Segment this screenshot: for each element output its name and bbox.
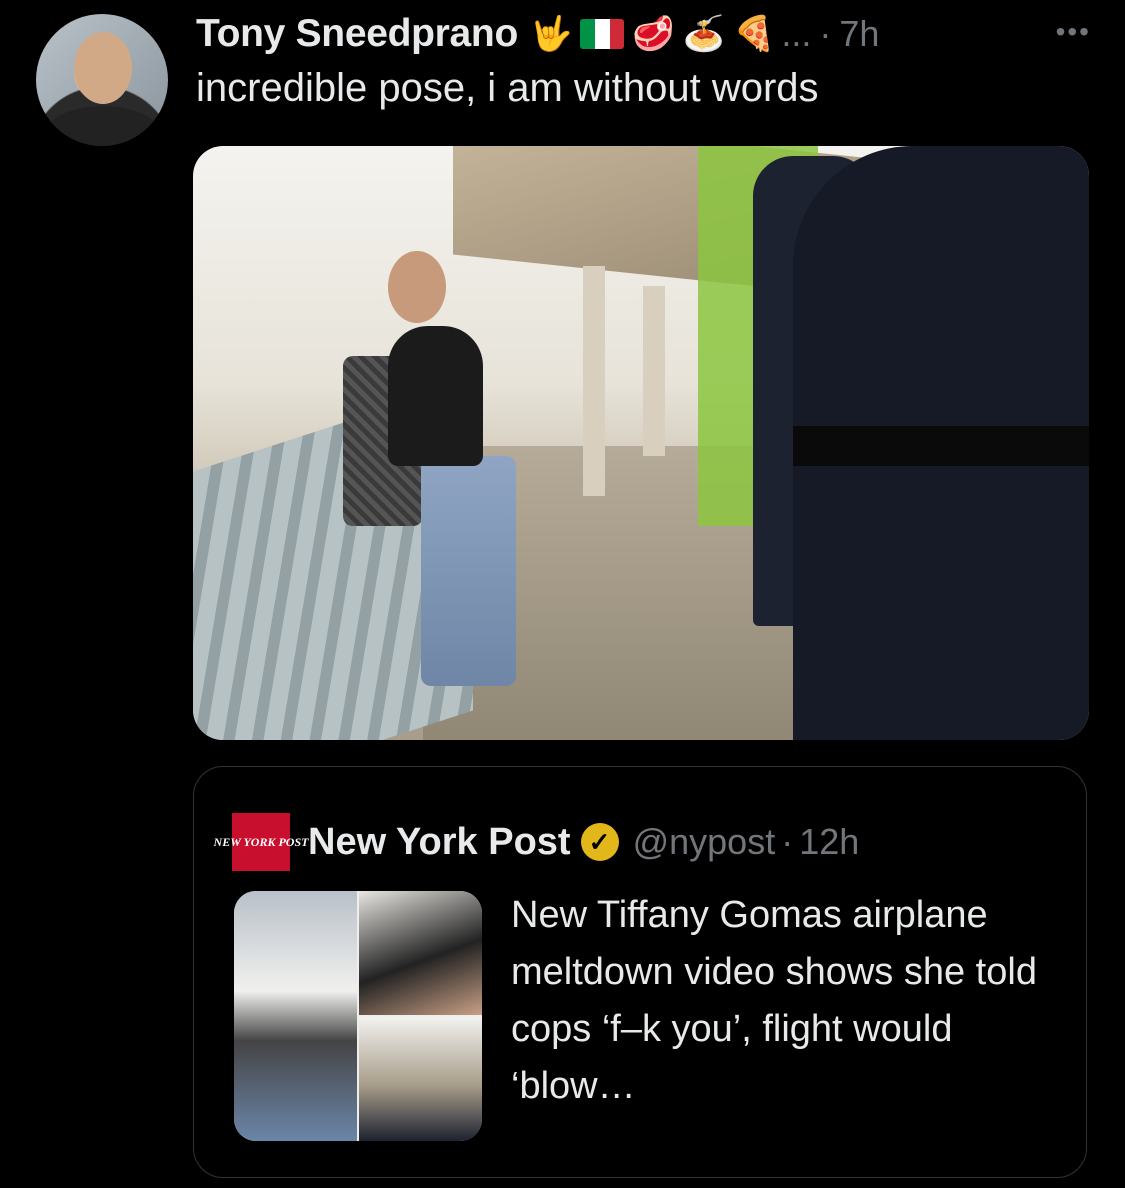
photo-pillar: [583, 266, 605, 496]
quoted-tweet-card[interactable]: NEW YORK POST New York Post ✓ @nypost · …: [193, 766, 1087, 1178]
photo-woman-head: [388, 251, 446, 323]
italy-flag-icon: [580, 19, 625, 49]
tweet-media-image[interactable]: [193, 146, 1089, 740]
photo-woman-legs: [421, 456, 516, 686]
author-avatar[interactable]: [36, 14, 168, 146]
thumbnail-panel: [359, 891, 482, 1015]
pizza-emoji: 🍕: [733, 15, 776, 53]
separator: ·: [781, 821, 794, 862]
photo-pillar: [643, 286, 665, 456]
quoted-timestamp[interactable]: 12h: [799, 821, 859, 863]
separator: ·: [819, 13, 832, 54]
photo-woman-body: [388, 326, 483, 466]
quoted-author-name[interactable]: New York Post: [308, 821, 571, 864]
name-ellipsis: ...: [781, 13, 812, 54]
tweet-header: Tony Sneedprano 🤟 🥩 🍝 🍕 ... · 7h: [196, 10, 879, 58]
avatar-head: [74, 32, 132, 104]
quoted-tweet-header: NEW YORK POST New York Post ✓ @nypost · …: [214, 813, 859, 871]
thumbnail-panel: [359, 1017, 482, 1141]
author-name[interactable]: Tony Sneedprano: [196, 12, 518, 56]
spaghetti-emoji: 🍝: [682, 15, 726, 53]
avatar-shirt: [44, 106, 162, 146]
steak-emoji: 🥩: [632, 15, 675, 53]
thumbnail-panel: [234, 891, 357, 1141]
nypost-logo-icon: NEW YORK POST: [214, 813, 308, 871]
photo-duty-belt: [793, 426, 1089, 466]
quoted-handle[interactable]: @nypost: [633, 821, 776, 863]
more-options-icon[interactable]: •••: [1056, 16, 1091, 48]
verified-badge-icon: ✓: [580, 823, 619, 861]
quoted-headline: New Tiffany Gomas airplane meltdown vide…: [511, 894, 1037, 1107]
tweet-text: incredible pose, i am without words: [196, 66, 819, 110]
name-emojis: 🤟 🥩 🍝 🍕: [530, 14, 775, 54]
rock-hand-emoji: 🤟: [529, 15, 573, 53]
tweet-timestamp[interactable]: 7h: [839, 13, 879, 55]
quoted-thumbnail[interactable]: [234, 891, 482, 1141]
